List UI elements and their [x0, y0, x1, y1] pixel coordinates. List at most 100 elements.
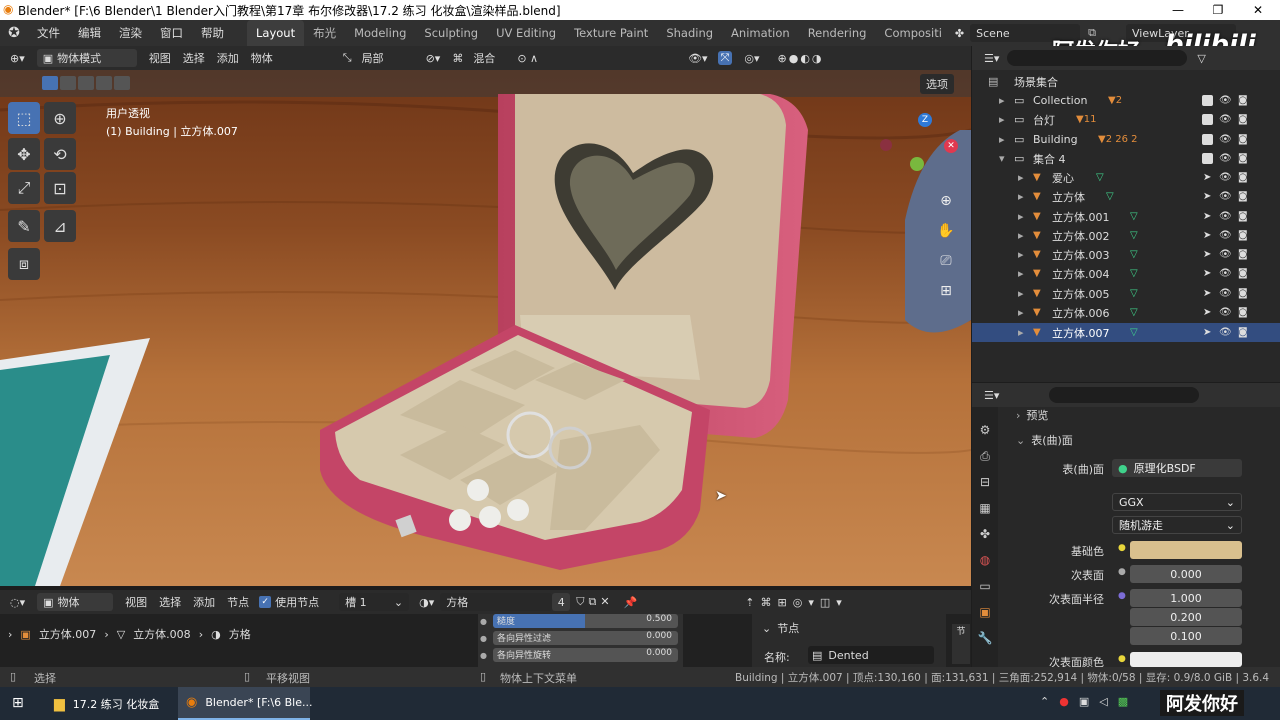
rotate-tool[interactable]: ⟲: [44, 138, 76, 170]
scene-tab-icon[interactable]: ✤: [972, 521, 998, 547]
expand-icon[interactable]: ▸: [999, 113, 1005, 126]
tray-volume-icon[interactable]: ◁: [1099, 695, 1107, 708]
use-nodes-toggle[interactable]: ✓ 使用节点: [259, 594, 319, 610]
menu-render[interactable]: 渲染: [110, 20, 151, 46]
tray-network-icon[interactable]: ▣: [1079, 695, 1089, 708]
pivot-icon[interactable]: ⊘▾: [426, 52, 441, 65]
distribution-dropdown[interactable]: GGX ⌄: [1112, 493, 1242, 511]
eye-icon[interactable]: 👁: [1219, 230, 1232, 241]
tray-chevron-icon[interactable]: ⌃: [1040, 695, 1049, 708]
outliner-row-object[interactable]: ▸ ▼ 立方体.002 ▽ ➤ 👁 ◙: [972, 226, 1280, 245]
eye-icon[interactable]: 👁: [1219, 134, 1232, 145]
object-tab-icon[interactable]: ▣: [972, 599, 998, 625]
select-arrow-icon[interactable]: ➤: [1203, 172, 1211, 183]
expand-icon[interactable]: ▸: [1018, 229, 1024, 242]
outliner-row-building[interactable]: ▸ ▭ Building ▼2 26 2 👁 ◙: [972, 130, 1280, 149]
select-box-tool[interactable]: ⬚: [8, 102, 40, 134]
render-camera-icon[interactable]: ◙: [1238, 288, 1248, 299]
properties-search-input[interactable]: [1049, 387, 1200, 403]
select-arrow-icon[interactable]: ➤: [1203, 249, 1211, 260]
tray-wechat-icon[interactable]: ▩: [1118, 695, 1128, 708]
outliner-row-object[interactable]: ▸ ▼ 爱心 ▽ ➤ 👁 ◙: [972, 168, 1280, 187]
proportional-icon[interactable]: ⊙ ∧: [517, 52, 538, 65]
outliner-row-object[interactable]: ▸ ▼ 立方体.005 ▽ ➤ 👁 ◙: [972, 284, 1280, 303]
expand-icon[interactable]: ▸: [1018, 171, 1024, 184]
render-camera-icon[interactable]: ◙: [1238, 327, 1248, 338]
render-camera-icon[interactable]: ◙: [1238, 230, 1248, 241]
node-menu-select[interactable]: 选择: [153, 593, 187, 611]
tab-shading[interactable]: Shading: [657, 20, 722, 46]
options-dropdown[interactable]: 选项: [920, 74, 954, 94]
menu-add[interactable]: 添加: [211, 49, 245, 67]
tab-uv-editing[interactable]: UV Editing: [487, 20, 565, 46]
shader-editor-icon[interactable]: ◌▾: [10, 596, 25, 609]
snap-dropdown[interactable]: 混合: [467, 49, 511, 67]
snap-icon[interactable]: ⌘: [452, 52, 463, 65]
outliner-search-input[interactable]: [1007, 50, 1188, 66]
shader-type-dropdown[interactable]: ▣ 物体: [37, 593, 114, 611]
camera-icon[interactable]: ⎚: [933, 248, 959, 274]
breadcrumb-mesh[interactable]: 立方体.008: [133, 626, 191, 642]
node-name-field[interactable]: ▤ Dented: [808, 646, 934, 664]
tab-rendering[interactable]: Rendering: [799, 20, 876, 46]
select-intersect-icon[interactable]: [114, 76, 130, 90]
subsurface-field[interactable]: 0.000: [1130, 565, 1242, 583]
collection-tab-icon[interactable]: ▭: [972, 573, 998, 599]
roughness-field[interactable]: 糙度 0.500: [492, 614, 678, 628]
subsurface-radius-z[interactable]: 0.100: [1130, 627, 1242, 645]
eye-icon[interactable]: 👁: [1219, 307, 1232, 318]
menu-help[interactable]: 帮助: [192, 20, 233, 46]
eye-icon[interactable]: 👁: [1219, 211, 1232, 222]
select-new-icon[interactable]: [42, 76, 58, 90]
overlay-icon[interactable]: ◎▾: [744, 52, 759, 65]
collapse-icon[interactable]: ▾: [999, 152, 1005, 165]
render-camera-icon[interactable]: ◙: [1238, 134, 1248, 145]
render-camera-icon[interactable]: ◙: [1238, 114, 1248, 125]
tool-tab-icon[interactable]: ⚙: [972, 417, 998, 443]
expand-icon[interactable]: ▸: [1018, 248, 1024, 261]
expand-icon[interactable]: ▸: [999, 94, 1005, 107]
eye-icon[interactable]: 👁: [1219, 95, 1232, 106]
outliner-editor-icon[interactable]: ☰▾: [984, 52, 999, 65]
subsurface-radius-x[interactable]: 1.000: [1130, 589, 1242, 607]
outliner-row-object[interactable]: ▸ ▼ 立方体 ▽ ➤ 👁 ◙: [972, 187, 1280, 206]
transform-orientation-dropdown[interactable]: 局部: [356, 49, 416, 67]
render-tab-icon[interactable]: ⎙: [972, 443, 998, 469]
expand-icon[interactable]: ▸: [999, 133, 1005, 146]
menu-object[interactable]: 物体: [245, 49, 279, 67]
sidebar-tab-node[interactable]: 节: [952, 624, 970, 664]
move-tool[interactable]: ✥: [8, 138, 40, 170]
tab-compositing[interactable]: Compositi: [875, 20, 951, 46]
outliner-root-row[interactable]: ▤ 场景集合: [972, 72, 1280, 91]
taskbar-item-explorer[interactable]: ▆ 17.2 练习 化妆盒: [46, 687, 174, 720]
menu-view[interactable]: 视图: [143, 49, 177, 67]
properties-editor-icon[interactable]: ☰▾: [984, 389, 999, 402]
principled-node-partial[interactable]: ● 糙度 0.500 ● 各向异性过滤 0.000 ● 各向异性旋转 0.000: [478, 614, 683, 667]
tab-layout[interactable]: Layout: [247, 20, 305, 46]
anisotropic-rotation-field[interactable]: 各向异性旋转 0.000: [492, 648, 678, 662]
select-arrow-icon[interactable]: ➤: [1203, 288, 1211, 299]
modifier-tab-icon[interactable]: 🔧: [972, 625, 998, 651]
preview-panel[interactable]: › 预览: [1016, 407, 1048, 423]
node-editor-tools-icon[interactable]: ⇡⌘⊞◎▾◫▾: [745, 596, 847, 609]
use-nodes-checkbox[interactable]: ✓: [259, 596, 272, 608]
grid-view-icon[interactable]: ⊞: [933, 278, 959, 304]
shading-modes-icon[interactable]: ⊕●◐◑: [778, 52, 824, 65]
eye-icon[interactable]: 👁: [1219, 191, 1232, 202]
gizmo-x-axis[interactable]: ✕: [944, 139, 958, 153]
outliner-row-object[interactable]: ▸ ▼ 立方体.006 ▽ ➤ 👁 ◙: [972, 303, 1280, 322]
menu-select[interactable]: 选择: [177, 49, 211, 67]
render-camera-icon[interactable]: ◙: [1238, 307, 1248, 318]
eye-icon[interactable]: 👁: [1219, 268, 1232, 279]
node-menu-add[interactable]: 添加: [187, 593, 221, 611]
include-checkbox[interactable]: [1202, 114, 1213, 125]
render-camera-icon[interactable]: ◙: [1238, 172, 1248, 183]
pin-icon[interactable]: 📌: [624, 596, 638, 609]
eye-icon[interactable]: 👁: [1219, 172, 1232, 183]
outliner-row-object[interactable]: ▸ ▼ 立方体.004 ▽ ➤ 👁 ◙: [972, 264, 1280, 283]
tray-record-icon[interactable]: ●: [1059, 695, 1069, 708]
include-checkbox[interactable]: [1202, 95, 1213, 106]
pan-hand-icon[interactable]: ✋: [933, 218, 959, 244]
add-cube-tool[interactable]: ⧈: [8, 248, 40, 280]
tab-texture-paint[interactable]: Texture Paint: [565, 20, 657, 46]
